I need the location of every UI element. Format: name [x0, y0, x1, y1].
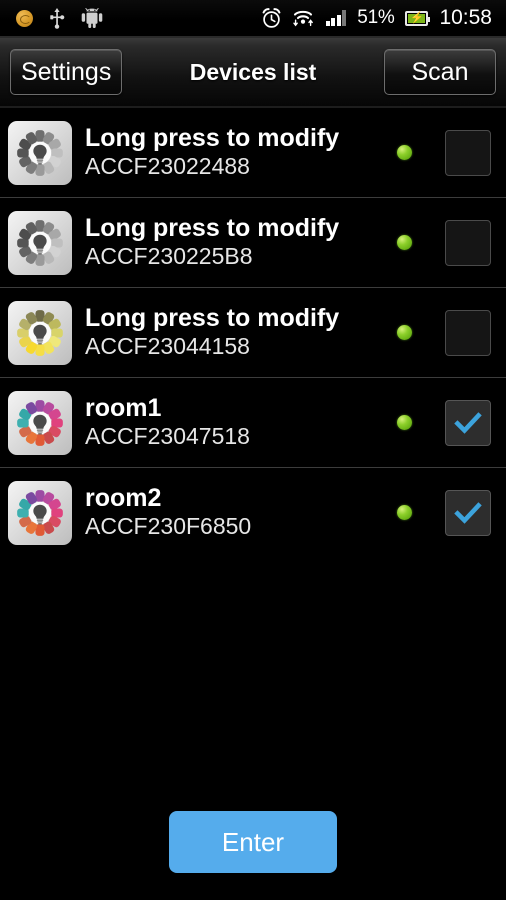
device-row[interactable]: room1 ACCF23047518	[0, 378, 506, 468]
devices-list: Long press to modify ACCF23022488 Long pre…	[0, 108, 506, 558]
device-mac: ACCF230225B8	[85, 243, 253, 270]
android-icon	[81, 7, 103, 28]
device-text: Long press to modify ACCF23022488	[85, 124, 397, 180]
device-name: Long press to modify	[85, 214, 340, 243]
checkmark-icon	[454, 411, 482, 434]
device-name: Long press to modify	[85, 124, 340, 153]
device-name: Long press to modify	[85, 304, 340, 333]
status-bar: 51% ⚡ 10:58	[0, 0, 506, 38]
enter-button[interactable]: Enter	[169, 811, 337, 873]
color-wheel-bulb-icon	[8, 300, 72, 365]
wifi-icon	[293, 9, 315, 27]
scan-button[interactable]: Scan	[384, 49, 496, 95]
device-checkbox[interactable]	[445, 489, 491, 536]
device-text: room2 ACCF230F6850	[85, 484, 397, 540]
checkmark-icon	[454, 501, 482, 524]
device-row[interactable]: Long press to modify ACCF23044158	[0, 288, 506, 378]
color-wheel-bulb-icon	[8, 480, 72, 545]
device-mac: ACCF23047518	[85, 423, 250, 450]
signal-icon	[325, 10, 347, 26]
device-text: Long press to modify ACCF23044158	[85, 304, 397, 360]
device-text: room1 ACCF23047518	[85, 394, 397, 450]
online-status-indicator	[397, 145, 412, 160]
device-row[interactable]: Long press to modify ACCF23022488	[0, 108, 506, 198]
clock-label: 10:58	[439, 6, 492, 29]
battery-charging-icon: ⚡	[405, 10, 431, 26]
status-bar-right-icons: 51% ⚡ 10:58	[261, 6, 506, 30]
online-status-indicator	[397, 235, 412, 250]
device-row[interactable]: room2 ACCF230F6850	[0, 468, 506, 558]
device-text: Long press to modify ACCF230225B8	[85, 214, 397, 270]
battery-percent-label: 51%	[357, 7, 395, 28]
device-mac: ACCF23044158	[85, 333, 250, 360]
device-checkbox[interactable]	[445, 309, 491, 356]
online-status-indicator	[397, 325, 412, 340]
device-checkbox[interactable]	[445, 129, 491, 176]
device-checkbox[interactable]	[445, 219, 491, 266]
online-status-indicator	[397, 505, 412, 520]
color-wheel-bulb-icon	[8, 210, 72, 275]
footer-bar: Enter	[0, 555, 506, 900]
settings-button[interactable]: Settings	[10, 49, 123, 95]
alarm-icon	[261, 7, 282, 29]
device-mac: ACCF230F6850	[85, 513, 252, 540]
sync-icon	[16, 9, 33, 27]
color-wheel-bulb-icon	[8, 120, 72, 185]
device-row[interactable]: Long press to modify ACCF230225B8	[0, 198, 506, 288]
device-name: room1	[85, 394, 162, 423]
device-mac: ACCF23022488	[85, 153, 250, 180]
usb-icon	[49, 7, 65, 29]
action-bar: Settings Devices list Scan	[0, 38, 506, 108]
device-name: room2	[85, 484, 162, 513]
device-checkbox[interactable]	[445, 399, 491, 446]
color-wheel-bulb-icon	[8, 390, 72, 455]
status-bar-left-icons	[0, 7, 103, 29]
online-status-indicator	[397, 415, 412, 430]
